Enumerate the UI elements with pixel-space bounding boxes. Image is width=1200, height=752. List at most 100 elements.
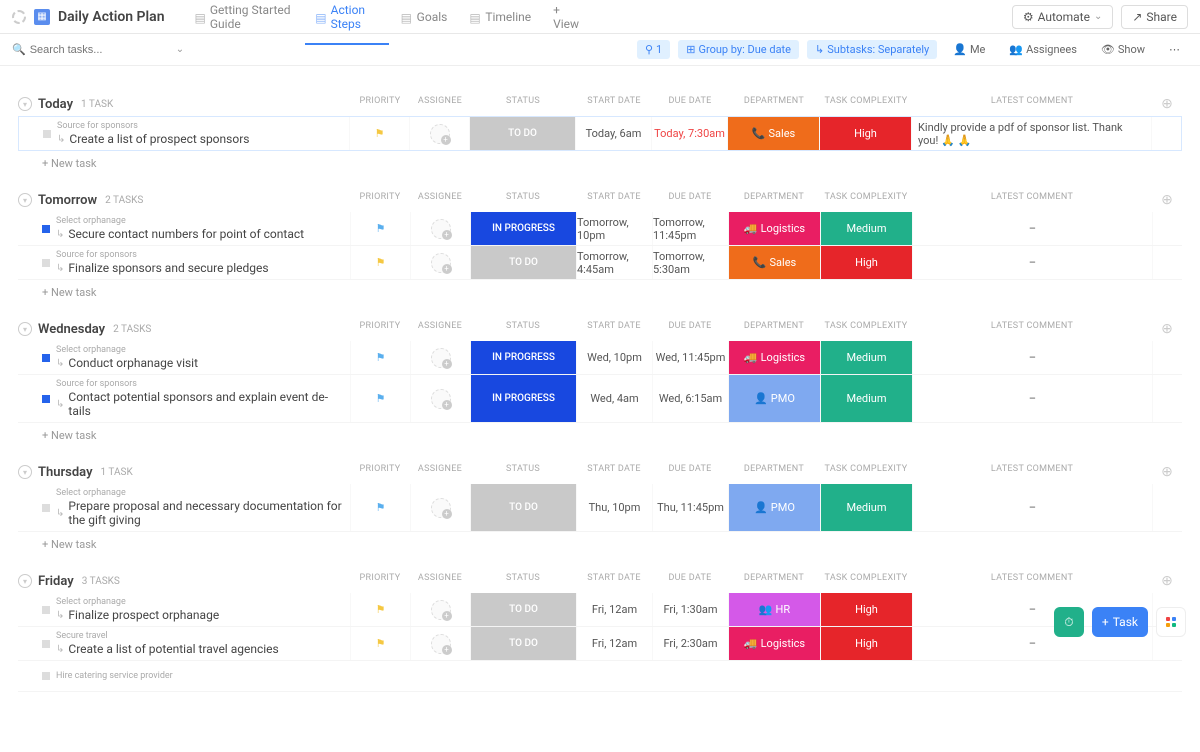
assignee-cell[interactable] <box>410 375 470 422</box>
col-priority[interactable]: PRIORITY <box>350 321 410 337</box>
complexity-cell[interactable]: Medium <box>820 212 912 245</box>
status-cell[interactable]: IN PROGRESS <box>470 212 576 245</box>
comment-cell[interactable]: – <box>912 212 1152 245</box>
col-dept[interactable]: DEPARTMENT <box>728 573 820 589</box>
status-cell[interactable]: TO DO <box>469 117 575 150</box>
col-complex[interactable]: TASK COMPLEXITY <box>820 573 912 589</box>
col-complex[interactable]: TASK COMPLEXITY <box>820 464 912 480</box>
col-start[interactable]: START DATE <box>576 464 652 480</box>
start-date-cell[interactable]: Fri, 12am <box>576 627 652 660</box>
group-header[interactable]: ▾Tomorrow2 TASKSPRIORITYASSIGNEESTATUSST… <box>18 188 1182 212</box>
task-row[interactable]: Secure travel↳Create a list of potential… <box>18 627 1182 661</box>
priority-cell[interactable]: ⚑ <box>350 212 410 245</box>
assignee-cell[interactable] <box>410 246 470 279</box>
task-row[interactable]: Select orphanage↳Conduct orphanage visit… <box>18 341 1182 375</box>
priority-cell[interactable]: ⚑ <box>350 246 410 279</box>
group-toggle-icon[interactable]: ▾ <box>18 465 32 479</box>
col-complex[interactable]: TASK COMPLEXITY <box>820 96 912 112</box>
priority-cell[interactable]: ⚑ <box>350 484 410 531</box>
col-comment[interactable]: LATEST COMMENT <box>912 573 1152 589</box>
add-column-button[interactable]: ⊕ <box>1152 573 1182 589</box>
start-date-cell[interactable]: Thu, 10pm <box>576 484 652 531</box>
priority-cell[interactable]: ⚑ <box>350 593 410 626</box>
timer-fab[interactable]: ⏱ <box>1054 607 1084 637</box>
start-date-cell[interactable]: Wed, 4am <box>576 375 652 422</box>
group-header[interactable]: ▾Thursday1 TASKPRIORITYASSIGNEESTATUSSTA… <box>18 460 1182 484</box>
priority-cell[interactable]: ⚑ <box>350 627 410 660</box>
col-due[interactable]: DUE DATE <box>652 321 728 337</box>
due-date-cell[interactable]: Tomorrow, 5:30am <box>652 246 728 279</box>
task-main[interactable]: Select orphanage↳Finalize prospect orpha… <box>18 593 350 626</box>
col-start[interactable]: START DATE <box>576 321 652 337</box>
col-priority[interactable]: PRIORITY <box>350 96 410 112</box>
assignee-cell[interactable] <box>410 212 470 245</box>
priority-cell[interactable]: ⚑ <box>350 375 410 422</box>
new-task-button[interactable]: + New task <box>18 280 1182 299</box>
col-dept[interactable]: DEPARTMENT <box>728 321 820 337</box>
more-menu[interactable]: ⋯ <box>1161 40 1188 59</box>
group-header[interactable]: ▾Today1 TASKPRIORITYASSIGNEESTATUSSTART … <box>18 92 1182 116</box>
status-cell[interactable]: TO DO <box>470 593 576 626</box>
col-complex[interactable]: TASK COMPLEXITY <box>820 321 912 337</box>
department-cell[interactable]: 👥HR <box>728 593 820 626</box>
due-date-cell[interactable]: Wed, 11:45pm <box>652 341 728 374</box>
apps-fab[interactable] <box>1156 607 1186 637</box>
complexity-cell[interactable]: High <box>820 246 912 279</box>
start-date-cell[interactable]: Tomorrow, 10pm <box>576 212 652 245</box>
assignee-cell[interactable] <box>410 341 470 374</box>
col-dept[interactable]: DEPARTMENT <box>728 192 820 208</box>
department-cell[interactable]: 🚚Logistics <box>728 627 820 660</box>
filter-pill[interactable]: ⚲ 1 <box>637 40 670 59</box>
task-main[interactable]: Select orphanage↳Prepare proposal and ne… <box>18 484 350 531</box>
due-date-cell[interactable]: Today, 7:30am <box>651 117 727 150</box>
group-toggle-icon[interactable]: ▾ <box>18 574 32 588</box>
add-column-button[interactable]: ⊕ <box>1152 192 1182 208</box>
assignee-cell[interactable] <box>410 593 470 626</box>
col-status[interactable]: STATUS <box>470 96 576 112</box>
col-due[interactable]: DUE DATE <box>652 573 728 589</box>
task-row[interactable]: Select orphanage↳Secure contact numbers … <box>18 212 1182 246</box>
task-row[interactable]: Source for sponsors↳Create a list of pro… <box>18 116 1182 151</box>
col-start[interactable]: START DATE <box>576 192 652 208</box>
add-column-button[interactable]: ⊕ <box>1152 464 1182 480</box>
due-date-cell[interactable]: Wed, 6:15am <box>652 375 728 422</box>
task-row[interactable]: Hire catering service provider <box>18 661 1182 692</box>
col-start[interactable]: START DATE <box>576 96 652 112</box>
status-cell[interactable]: TO DO <box>470 484 576 531</box>
complexity-cell[interactable]: High <box>820 627 912 660</box>
col-assignee[interactable]: ASSIGNEE <box>410 96 470 112</box>
task-row[interactable]: Source for sponsors↳Finalize sponsors an… <box>18 246 1182 280</box>
due-date-cell[interactable]: Thu, 11:45pm <box>652 484 728 531</box>
new-task-fab[interactable]: +Task <box>1092 607 1148 637</box>
assignees-pill[interactable]: 👥 Assignees <box>1001 40 1085 59</box>
groupby-pill[interactable]: ⊞ Group by: Due date <box>678 40 799 59</box>
group-header[interactable]: ▾Friday3 TASKSPRIORITYASSIGNEESTATUSSTAR… <box>18 569 1182 593</box>
priority-cell[interactable]: ⚑ <box>349 117 409 150</box>
assignee-cell[interactable] <box>410 627 470 660</box>
group-toggle-icon[interactable]: ▾ <box>18 322 32 336</box>
new-task-button[interactable]: + New task <box>18 151 1182 170</box>
col-status[interactable]: STATUS <box>470 192 576 208</box>
col-due[interactable]: DUE DATE <box>652 96 728 112</box>
col-start[interactable]: START DATE <box>576 573 652 589</box>
complexity-cell[interactable]: Medium <box>820 375 912 422</box>
task-main[interactable]: Source for sponsors↳Create a list of pro… <box>19 117 349 150</box>
col-comment[interactable]: LATEST COMMENT <box>912 96 1152 112</box>
department-cell[interactable]: 🚚Logistics <box>728 341 820 374</box>
priority-cell[interactable]: ⚑ <box>350 341 410 374</box>
col-due[interactable]: DUE DATE <box>652 464 728 480</box>
col-due[interactable]: DUE DATE <box>652 192 728 208</box>
show-pill[interactable]: 👁 Show <box>1093 40 1153 59</box>
col-dept[interactable]: DEPARTMENT <box>728 96 820 112</box>
col-status[interactable]: STATUS <box>470 321 576 337</box>
task-main[interactable]: Source for sponsors↳Finalize sponsors an… <box>18 246 350 279</box>
group-toggle-icon[interactable]: ▾ <box>18 97 32 111</box>
department-cell[interactable]: 📞Sales <box>727 117 819 150</box>
status-cell[interactable]: IN PROGRESS <box>470 375 576 422</box>
task-row[interactable]: Source for sponsors↳Contact potential sp… <box>18 375 1182 423</box>
col-status[interactable]: STATUS <box>470 573 576 589</box>
complexity-cell[interactable]: Medium <box>820 484 912 531</box>
comment-cell[interactable]: – <box>912 484 1152 531</box>
new-task-button[interactable]: + New task <box>18 532 1182 551</box>
col-comment[interactable]: LATEST COMMENT <box>912 321 1152 337</box>
